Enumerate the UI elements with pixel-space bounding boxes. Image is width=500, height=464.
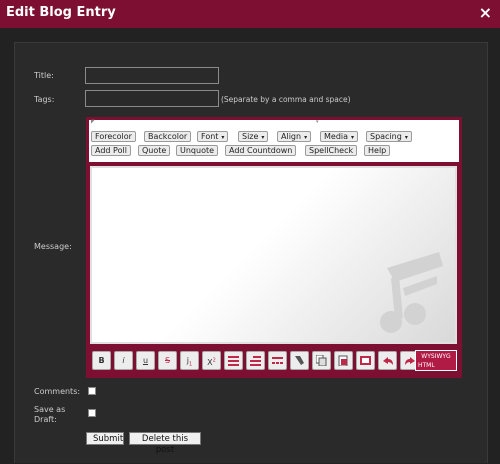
add-countdown-button[interactable]: Add Countdown (225, 145, 297, 156)
chevron-down-icon: ▾ (304, 134, 308, 141)
save-draft-checkbox[interactable] (88, 409, 96, 417)
format-toolbar: B i u S j1 X2 WYSIWYG HTML (87, 347, 461, 373)
draft-label-line2: Draft: (34, 415, 57, 424)
tags-input[interactable] (85, 90, 219, 107)
html-label: HTML (418, 362, 435, 369)
toolbar-handle-icon: ◤ (91, 119, 95, 125)
link-icon (295, 356, 304, 365)
wysiwyg-label: WYSIWYG (421, 353, 451, 360)
add-poll-label: Add Poll (95, 146, 127, 155)
horizontal-rule-icon (272, 357, 283, 364)
paste-button[interactable] (334, 351, 353, 370)
align-label: Align (281, 132, 302, 141)
bold-button[interactable]: B (92, 351, 111, 370)
unquote-label: Unquote (180, 146, 215, 155)
underline-button[interactable]: u (136, 351, 155, 370)
bold-icon: B (98, 356, 105, 365)
media-dropdown[interactable]: Media ▾ (320, 131, 359, 142)
chevron-down-icon: ▾ (261, 134, 265, 141)
forecolor-button[interactable]: Forecolor (91, 131, 136, 142)
redo-icon (404, 357, 415, 365)
chevron-down-icon: ▾ (221, 134, 225, 141)
font-label: Font (201, 132, 219, 141)
backcolor-label: Backcolor (148, 132, 188, 141)
tags-label: Tags: (34, 95, 55, 104)
quote-label: Quote (142, 146, 167, 155)
help-label: Help (368, 146, 387, 155)
ordered-list-button[interactable] (224, 351, 243, 370)
draft-label-line1: Save as (34, 405, 66, 414)
comments-label: Comments: (34, 387, 81, 396)
copy-icon (315, 354, 327, 367)
chevron-down-icon: ▾ (404, 134, 408, 141)
strikethrough-icon: S (164, 356, 171, 365)
subscript-button[interactable]: j1 (180, 351, 199, 370)
unordered-list-button[interactable] (246, 351, 265, 370)
superscript-icon: X2 (207, 357, 216, 367)
superscript-button[interactable]: X2 (202, 351, 221, 370)
close-icon[interactable]: × (479, 3, 492, 22)
strikethrough-button[interactable]: S (158, 351, 177, 370)
title-bar: Edit Blog Entry × (0, 0, 500, 28)
undo-button[interactable] (378, 351, 397, 370)
font-dropdown[interactable]: Font ▾ (197, 131, 229, 142)
window-title: Edit Blog Entry (6, 5, 116, 20)
subscript-icon: j1 (186, 356, 193, 368)
size-dropdown[interactable]: Size ▾ (238, 131, 269, 142)
quote-button[interactable]: Quote (138, 145, 171, 156)
undo-icon (382, 357, 393, 365)
editor-toolbar: ◤ ▾ Forecolor Backcolor Font ▾ Size ▾ Alig… (89, 120, 459, 162)
title-input[interactable] (85, 67, 219, 84)
italic-icon: i (122, 356, 125, 365)
size-label: Size (242, 132, 259, 141)
toolbar-marker-icon: ▾ (316, 119, 319, 125)
unquote-button[interactable]: Unquote (176, 145, 219, 156)
unordered-list-icon (250, 356, 261, 366)
paste-icon (338, 355, 348, 367)
chevron-down-icon: ▾ (351, 134, 355, 141)
ordered-list-icon (228, 356, 239, 366)
add-countdown-label: Add Countdown (229, 146, 293, 155)
image-icon (360, 356, 371, 365)
spellcheck-label: SpellCheck (309, 146, 354, 155)
add-poll-button[interactable]: Add Poll (91, 145, 131, 156)
link-button[interactable] (290, 351, 309, 370)
comments-checkbox[interactable] (88, 387, 96, 395)
italic-button[interactable]: i (114, 351, 133, 370)
music-note-watermark-icon (380, 252, 443, 333)
underline-icon: u (142, 356, 149, 365)
align-dropdown[interactable]: Align ▾ (277, 131, 312, 142)
forecolor-label: Forecolor (95, 132, 132, 141)
image-button[interactable] (356, 351, 375, 370)
spacing-label: Spacing (370, 132, 402, 141)
wysiwyg-html-toggle[interactable]: WYSIWYG HTML (415, 350, 457, 371)
media-label: Media (324, 132, 349, 141)
submit-button[interactable]: Submit (86, 432, 124, 445)
title-label: Title: (34, 71, 54, 80)
help-button[interactable]: Help (364, 145, 391, 156)
message-label: Message: (34, 242, 72, 251)
horizontal-rule-button[interactable] (268, 351, 287, 370)
message-textarea[interactable] (90, 166, 457, 344)
backcolor-button[interactable]: Backcolor (144, 131, 192, 142)
tags-hint: (Separate by a comma and space) (221, 95, 351, 104)
copy-button[interactable] (312, 351, 331, 370)
delete-post-button[interactable]: Delete this post (129, 432, 201, 455)
spacing-dropdown[interactable]: Spacing ▾ (366, 131, 412, 142)
spellcheck-button[interactable]: SpellCheck (305, 145, 358, 156)
